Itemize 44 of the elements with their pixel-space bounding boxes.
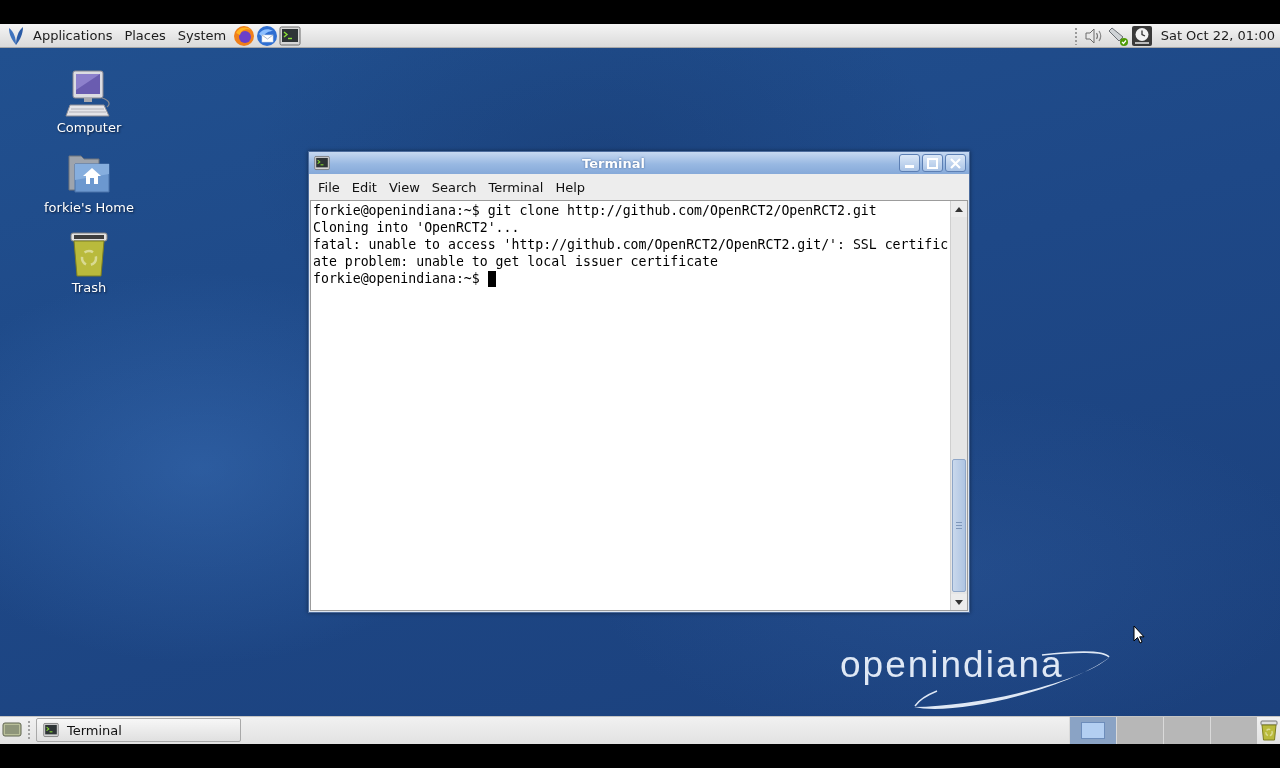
menu-item[interactable]: Help bbox=[549, 177, 592, 197]
terminal-icon[interactable] bbox=[279, 24, 302, 47]
close-button[interactable] bbox=[945, 154, 966, 172]
computer-icon[interactable] bbox=[65, 70, 113, 118]
menu-item[interactable]: File bbox=[312, 177, 346, 197]
scroll-up-button[interactable] bbox=[951, 201, 967, 217]
desktop-icon-label[interactable]: Computer bbox=[56, 120, 122, 136]
panel-menu[interactable]: Applications bbox=[27, 26, 119, 45]
globe-icon[interactable] bbox=[233, 24, 256, 47]
close-icon bbox=[950, 157, 961, 169]
terminal-line: ate problem: unable to get local issuer certificate bbox=[313, 253, 718, 270]
show-desktop-icon[interactable] bbox=[2, 721, 22, 739]
minimize-icon bbox=[905, 165, 914, 168]
panel-menu[interactable]: System bbox=[171, 26, 233, 45]
menu-item[interactable]: View bbox=[382, 177, 426, 197]
maximize-button[interactable] bbox=[922, 154, 943, 172]
envelope-icon[interactable] bbox=[256, 24, 279, 47]
panel-menu[interactable]: Places bbox=[118, 26, 172, 45]
menu-item[interactable]: Terminal bbox=[482, 177, 550, 197]
menu-item[interactable]: Search bbox=[425, 177, 483, 197]
pointer-icon bbox=[1133, 625, 1145, 644]
taskbar-button[interactable]: Terminal bbox=[36, 718, 241, 742]
grip-icon bbox=[956, 522, 962, 529]
leaf-icon[interactable] bbox=[7, 25, 25, 46]
terminal-line: Cloning into 'OpenRCT2'... bbox=[313, 219, 520, 236]
desktop-icon-label[interactable]: forkie's Home bbox=[44, 200, 134, 216]
terminal-icon[interactable] bbox=[43, 722, 59, 738]
terminal-line: forkie@openindiana:~$ bbox=[313, 270, 480, 287]
scrollbar-track[interactable] bbox=[950, 201, 967, 610]
desktop-icon-label[interactable]: Trash bbox=[71, 280, 107, 296]
clock-text[interactable]: Sat Oct 22, 01:00 bbox=[1153, 28, 1280, 43]
menu-item[interactable]: Edit bbox=[345, 177, 383, 197]
minimize-button[interactable] bbox=[899, 154, 920, 172]
caret-down-icon bbox=[955, 599, 963, 605]
terminal-line: forkie@openindiana:~$ git clone http://github.com/OpenRCT2/OpenRCT2.git bbox=[313, 202, 877, 219]
clock-icon[interactable] bbox=[1130, 24, 1153, 47]
window-title: Terminal bbox=[581, 155, 646, 171]
caret-up-icon bbox=[955, 206, 963, 212]
maximize-icon bbox=[927, 157, 938, 169]
scroll-down-button[interactable] bbox=[951, 594, 967, 610]
terminal-icon[interactable] bbox=[314, 155, 330, 171]
terminal-line: fatal: unable to access 'http://github.com/OpenRCT2/OpenRCT2.git/': SSL certific bbox=[313, 236, 949, 253]
scrollbar-thumb[interactable] bbox=[952, 459, 966, 592]
workspace-button[interactable] bbox=[1069, 717, 1116, 744]
